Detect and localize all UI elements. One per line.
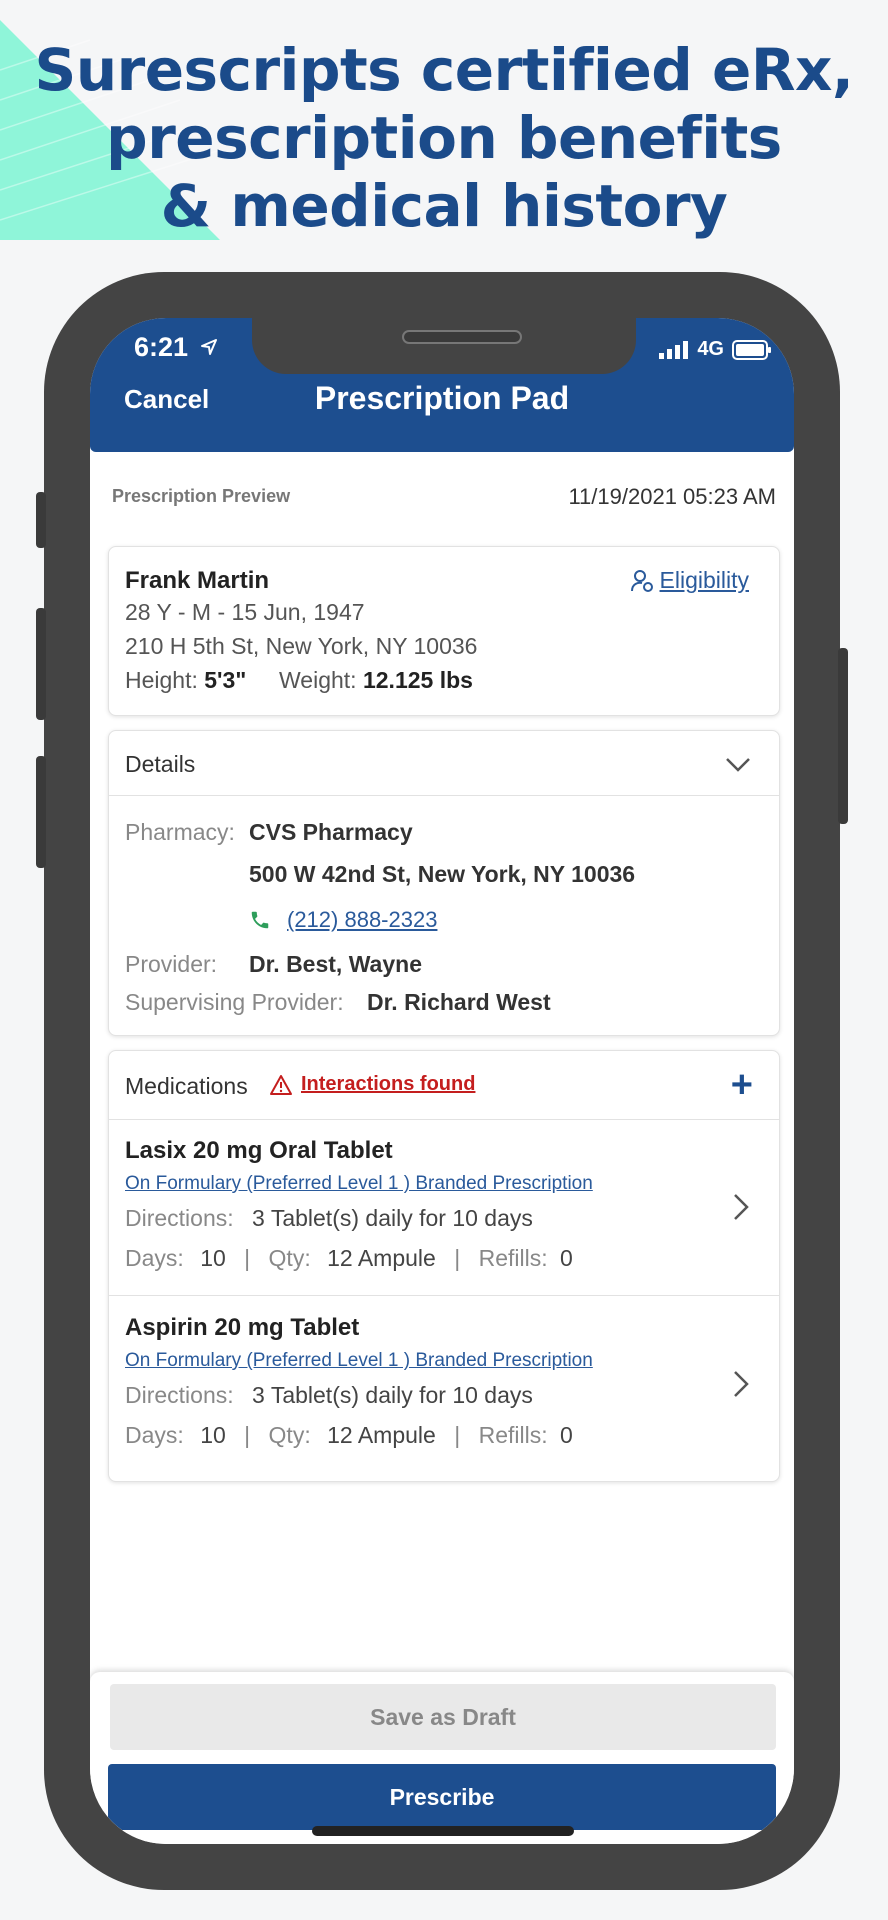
eligibility-link[interactable]: Eligibility — [630, 567, 749, 594]
headline-line-3: & medical history — [160, 172, 728, 240]
provider-label: Provider: — [125, 951, 218, 977]
signal-bars-icon — [659, 340, 689, 359]
qty-value: 12 Ampule — [327, 1422, 436, 1448]
meta-divider: | — [244, 1245, 251, 1271]
phone-icon — [251, 911, 269, 929]
speaker-grille — [402, 330, 522, 344]
headline-line-2: prescription benefits — [106, 104, 782, 172]
provider-value: Dr. Best, Wayne — [249, 951, 422, 977]
medication-meta: Days: 10 | Qty: 12 Ampule | Refills: 0 — [125, 1245, 573, 1272]
phone-screen: 6:21 4G Cancel Prescription Pad Prescrip… — [90, 318, 794, 1844]
warning-triangle-icon — [270, 1074, 292, 1095]
status-time: 6:21 — [134, 332, 218, 363]
medication-directions: Directions: 3 Tablet(s) daily for 10 day… — [125, 1382, 533, 1409]
medication-meta: Days: 10 | Qty: 12 Ampule | Refills: 0 — [125, 1422, 573, 1449]
status-indicators: 4G — [659, 338, 772, 361]
medication-item[interactable]: Lasix 20 mg Oral Tablet On Formulary (Pr… — [109, 1119, 779, 1295]
qty-value: 12 Ampule — [327, 1245, 436, 1271]
save-draft-button[interactable]: Save as Draft — [110, 1684, 776, 1750]
prescription-content: Prescription Preview 11/19/2021 05:23 AM… — [90, 452, 794, 1682]
pharmacy-name: CVS Pharmacy — [249, 819, 413, 845]
directions-value: 3 Tablet(s) daily for 10 days — [252, 1382, 533, 1408]
pharmacy-address: 500 W 42nd St, New York, NY 10036 — [249, 861, 636, 887]
location-arrow-icon — [200, 339, 217, 355]
medications-card: Medications Interactions found + Lasix 2… — [108, 1050, 780, 1482]
home-indicator[interactable] — [312, 1826, 574, 1836]
chevron-right-icon[interactable] — [731, 1191, 751, 1223]
eligibility-label: Eligibility — [659, 567, 749, 593]
meta-divider: | — [454, 1245, 461, 1271]
days-value: 10 — [200, 1422, 226, 1448]
medication-directions: Directions: 3 Tablet(s) daily for 10 day… — [125, 1205, 533, 1232]
medication-name: Lasix 20 mg Oral Tablet — [125, 1137, 393, 1164]
medication-name: Aspirin 20 mg Tablet — [125, 1314, 360, 1341]
patient-card: Frank Martin Eligibility 28 Y - M - 15 J… — [108, 546, 780, 716]
weight-value: 12.125 lbs — [362, 667, 473, 693]
status-time-text: 6:21 — [134, 332, 189, 362]
patient-address: 210 H 5th St, New York, NY 10036 — [125, 633, 478, 659]
chevron-down-icon[interactable] — [723, 749, 753, 779]
medication-item[interactable]: Aspirin 20 mg Tablet On Formulary (Prefe… — [109, 1295, 779, 1472]
prescribe-button[interactable]: Prescribe — [108, 1764, 776, 1830]
patient-demographics: 28 Y - M - 15 Jun, 1947 — [125, 599, 365, 625]
chevron-right-icon[interactable] — [731, 1368, 751, 1400]
meta-divider: | — [454, 1422, 461, 1448]
volume-up-button — [36, 608, 46, 720]
directions-value: 3 Tablet(s) daily for 10 days — [252, 1205, 533, 1231]
add-medication-button[interactable]: + — [731, 1065, 753, 1105]
refills-label: Refills: — [478, 1245, 548, 1271]
meta-divider: | — [244, 1422, 251, 1448]
page-title: Prescription Pad — [314, 380, 570, 416]
interactions-link[interactable]: Interactions found — [269, 1073, 475, 1096]
supervising-provider-value: Dr. Richard West — [367, 989, 551, 1015]
phone-frame: 6:21 4G Cancel Prescription Pad Prescrip… — [36, 272, 848, 1890]
refills-label: Refills: — [478, 1422, 548, 1448]
formulary-link[interactable]: On Formulary (Preferred Level 1 ) Brande… — [125, 1350, 593, 1372]
power-button — [838, 648, 848, 824]
patient-name: Frank Martin — [125, 567, 270, 594]
refills-value: 0 — [559, 1422, 573, 1448]
action-footer: Save as Draft Prescribe — [90, 1672, 794, 1844]
pharmacy-phone-link[interactable]: (212) 888-2323 — [249, 907, 437, 933]
days-value: 10 — [200, 1245, 226, 1271]
pharmacy-label: Pharmacy: — [125, 819, 235, 845]
preview-label: Prescription Preview — [112, 486, 291, 506]
weight-label: Weight: — [279, 667, 357, 693]
refills-value: 0 — [559, 1245, 573, 1271]
height-value: 5'3" — [204, 667, 247, 693]
days-label: Days: — [125, 1422, 184, 1448]
patient-vitals: Height: 5'3" Weight: 12.125 lbs — [125, 667, 473, 694]
preview-datetime: 11/19/2021 05:23 AM — [568, 484, 776, 509]
network-type: 4G — [697, 338, 724, 360]
medications-title: Medications — [125, 1073, 248, 1099]
directions-label: Directions: — [125, 1205, 234, 1231]
interactions-label: Interactions found — [301, 1073, 476, 1095]
details-title: Details — [125, 751, 196, 777]
days-label: Days: — [125, 1245, 184, 1271]
supervising-provider-label: Supervising Provider: — [125, 989, 344, 1015]
person-check-icon — [630, 569, 653, 592]
details-header[interactable]: Details — [109, 731, 779, 796]
height-label: Height: — [125, 667, 198, 693]
marketing-headline: Surescripts certified eRx, prescription … — [0, 36, 888, 240]
headline-line-1: Surescripts certified eRx, — [34, 36, 854, 104]
directions-label: Directions: — [125, 1382, 234, 1408]
qty-label: Qty: — [268, 1245, 311, 1271]
details-card: Details Pharmacy: CVS Pharmacy 500 W 42n… — [108, 730, 780, 1036]
qty-label: Qty: — [268, 1422, 311, 1448]
volume-down-button — [36, 756, 46, 868]
formulary-link[interactable]: On Formulary (Preferred Level 1 ) Brande… — [125, 1173, 593, 1195]
mute-switch — [36, 492, 46, 548]
battery-icon — [732, 339, 771, 360]
notch — [252, 318, 636, 374]
medications-header: Medications Interactions found + — [109, 1051, 779, 1120]
pharmacy-phone: (212) 888-2323 — [287, 907, 438, 932]
